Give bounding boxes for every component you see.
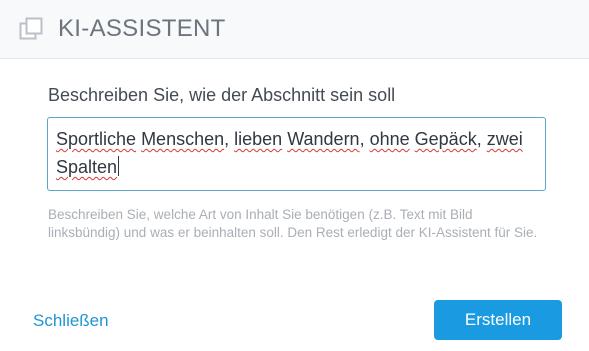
input-separator: , xyxy=(476,129,487,149)
input-word: zwei xyxy=(486,129,523,149)
input-word: Wandern xyxy=(287,129,360,149)
text-caret xyxy=(118,156,120,176)
input-word: lieben xyxy=(234,129,283,149)
close-button[interactable]: Schließen xyxy=(33,310,109,332)
input-word: ohne xyxy=(369,129,410,149)
input-separator: , xyxy=(224,129,235,149)
help-text: Beschreiben Sie, welche Art von Inhalt S… xyxy=(48,207,538,240)
description-input[interactable]: Sportliche Menschen, lieben Wandern, ohn… xyxy=(47,117,546,191)
input-word: Spalten xyxy=(56,157,118,177)
input-word: Sportliche xyxy=(56,129,137,149)
input-separator: , xyxy=(359,129,370,149)
dialog-header: KI-ASSISTENT xyxy=(0,0,589,59)
create-button[interactable]: Erstellen xyxy=(434,300,562,340)
prompt-label: Beschreiben Sie, wie der Abschnitt sein … xyxy=(48,85,396,105)
input-word: Gepäck xyxy=(414,129,477,149)
input-word: Menschen xyxy=(141,129,225,149)
copy-icon xyxy=(18,15,46,43)
dialog-title: KI-ASSISTENT xyxy=(58,15,226,42)
ki-assistant-dialog: KI-ASSISTENT Beschreiben Sie, wie der Ab… xyxy=(0,0,589,351)
